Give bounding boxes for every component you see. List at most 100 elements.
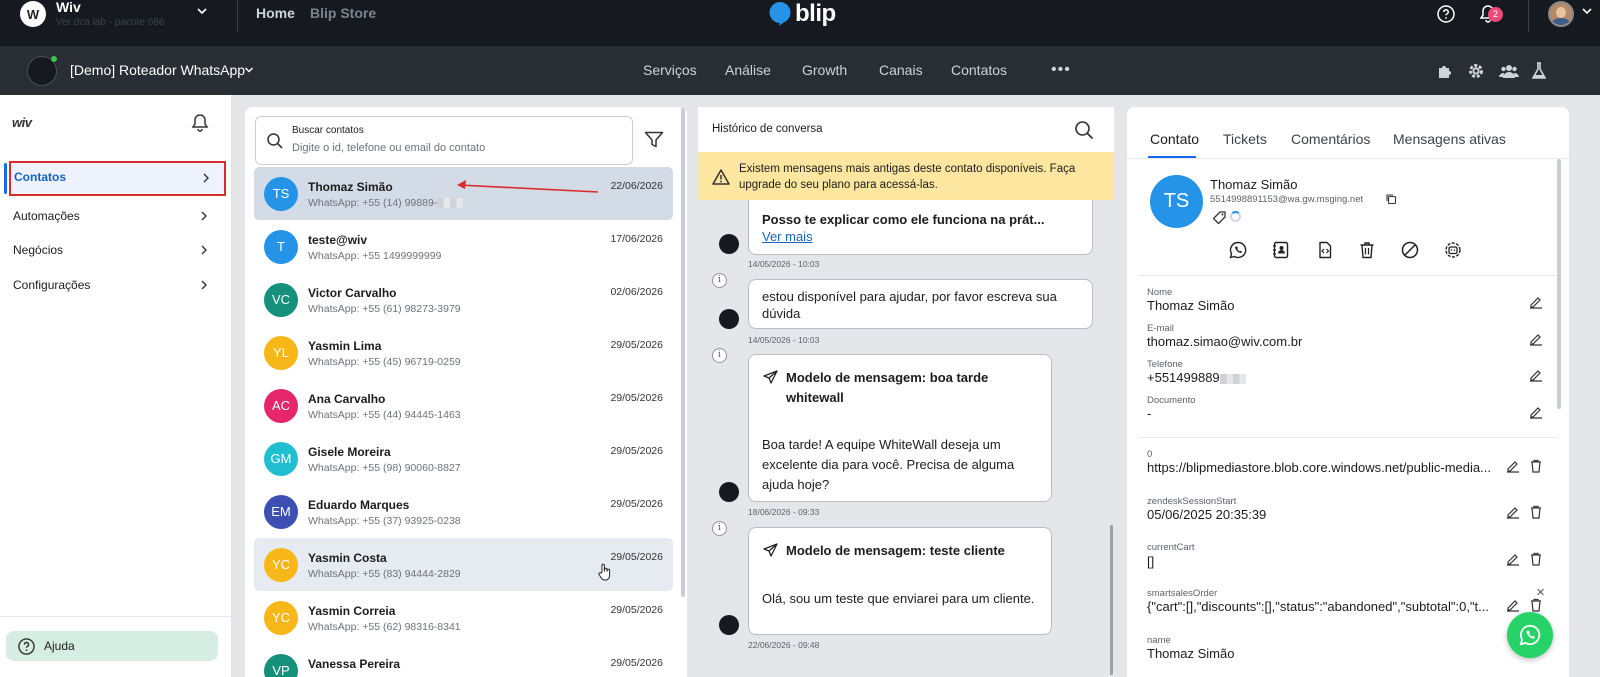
contact-row[interactable]: EM Eduardo Marques WhatsApp: +55 (37) 9392… [254,485,673,538]
send-icon [763,370,778,385]
contact-card-icon[interactable] [1272,241,1290,259]
contact-row[interactable]: Tteste@wiv WhatsApp: +55 1499999999 17/06/… [254,220,673,273]
lab-flask-icon[interactable] [1531,62,1547,80]
edit-pencil-icon[interactable] [1529,368,1543,382]
edit-pencil-icon[interactable] [1506,552,1520,566]
team-icon[interactable] [1499,62,1519,80]
close-icon[interactable]: ✕ [1536,586,1545,599]
delete-icon[interactable] [1529,459,1543,473]
contact-row[interactable]: VC Victor Carvalho WhatsApp: +55 (61) 9827… [254,273,673,326]
help-button[interactable]: Ajuda [6,631,218,661]
contact-name: Vanessa Pereira [308,657,401,671]
filter-icon[interactable] [644,131,664,149]
search-input[interactable] [292,142,622,154]
tab-mensagens-ativas[interactable]: Mensagens ativas [1393,131,1506,147]
divider [1139,437,1557,438]
block-icon[interactable] [1401,241,1419,259]
puzzle-icon[interactable] [1436,62,1454,80]
info-icon[interactable]: i [712,521,727,536]
contact-row[interactable]: VP Vanessa Pereira 29/05/2026 [254,644,673,677]
search-label: Buscar contatos [292,125,364,136]
delete-icon[interactable] [1529,505,1543,519]
contact-row[interactable]: YL Yasmin Lima WhatsApp: +55 (45) 96719-02… [254,326,673,379]
contact-row[interactable]: YC Yasmin Correia WhatsApp: +55 (62) 98316… [254,591,673,644]
workspace-name[interactable]: Wiv [56,0,81,15]
edit-pencil-icon[interactable] [1529,405,1543,419]
edit-pencil-icon[interactable] [1506,505,1520,519]
scrollbar[interactable] [1557,159,1561,409]
scrollbar[interactable] [1110,525,1113,675]
help-icon[interactable] [1437,5,1455,23]
divider [1139,275,1557,276]
contact-phone-text: WhatsApp: +55 (83) 94444-2829 [308,568,461,580]
nav-servicos[interactable]: Serviços [643,62,697,78]
send-icon [763,543,778,558]
sidebar-item-label: Configurações [13,278,91,292]
contact-phone-text: WhatsApp: +55 (14) 99889- [308,197,438,209]
warning-icon [712,169,730,185]
contact-avatar: VC [264,283,298,317]
active-indicator [4,163,7,194]
tag-icon[interactable] [1212,210,1227,225]
divider [0,616,231,617]
chevron-down-icon[interactable] [195,4,209,18]
code-file-icon[interactable] [1316,241,1334,259]
trash-icon[interactable] [1358,241,1376,259]
sidebar-item-contatos[interactable]: Contatos [9,161,226,196]
nav-analise[interactable]: Análise [725,62,771,78]
sidebar-item-automacoes[interactable]: Automações [0,200,220,232]
message-timestamp: 14/05/2026 - 10:03 [748,335,820,345]
bell-icon[interactable] [191,113,209,133]
chevron-right-icon [202,173,210,183]
chevron-down-icon[interactable] [243,64,255,76]
search-icon[interactable] [1074,120,1094,140]
chevron-right-icon [200,211,208,221]
gear-icon[interactable] [1467,62,1485,80]
user-avatar[interactable] [1548,1,1574,27]
nav-canais[interactable]: Canais [879,62,923,78]
delete-icon[interactable] [1529,552,1543,566]
tab-contato[interactable]: Contato [1150,131,1199,147]
edit-pencil-icon[interactable] [1529,332,1543,346]
edit-pencil-icon[interactable] [1506,598,1520,612]
message-text: Boa tarde! A equipe WhiteWall deseja um … [762,437,1015,492]
tab-tickets[interactable]: Tickets [1223,131,1267,147]
tab-comentarios[interactable]: Comentários [1291,131,1370,147]
template-message-bubble: Modelo de mensagem: teste cliente Olá, s… [748,527,1052,635]
more-menu-icon[interactable]: ••• [1051,61,1071,79]
whatsapp-float-button[interactable] [1507,612,1553,658]
bot-name[interactable]: [Demo] Roteador WhatsApp [70,62,245,78]
bot-settings-icon[interactable] [1444,241,1462,259]
delete-icon[interactable] [1529,598,1543,612]
workspace-logo[interactable]: W [20,1,46,27]
sidebar-item-configuracoes[interactable]: Configurações [0,269,220,301]
contact-name: Thomaz Simão [1210,177,1298,192]
info-icon[interactable]: i [712,348,727,363]
copy-icon[interactable] [1385,193,1397,205]
brand-text: blip [795,0,836,27]
nav-growth[interactable]: Growth [802,62,847,78]
search-box[interactable]: Buscar contatos [255,116,633,165]
red-arrow-annotation [445,178,600,196]
contact-row[interactable]: AC Ana Carvalho WhatsApp: +55 (44) 94445-1… [254,379,673,432]
edit-pencil-icon[interactable] [1506,459,1520,473]
info-icon[interactable]: i [712,273,727,288]
see-more-link[interactable]: Ver mais [762,229,813,244]
sidebar-item-negocios[interactable]: Negócios [0,234,220,266]
chevron-down-icon[interactable] [1580,4,1594,18]
brand-logo[interactable]: blip [768,1,836,27]
help-icon [18,638,35,655]
nav-contatos[interactable]: Contatos [951,62,1007,78]
edit-pencil-icon[interactable] [1529,295,1543,309]
nav-blip-store[interactable]: Blip Store [310,5,376,21]
blip-bubble-icon [768,1,792,27]
nav-home[interactable]: Home [256,5,295,21]
extra-label: 0 [1147,449,1153,460]
workspace-subtitle: Ver dca lab - pacote 666 [56,17,165,28]
whatsapp-icon[interactable] [1229,241,1247,259]
contact-row[interactable]: GM Gisele Moreira WhatsApp: +55 (98) 90060… [254,432,673,485]
field-value-telefone: +551499889 [1147,370,1246,385]
template-title: Modelo de mensagem: boa tarde whitewall [786,370,989,405]
scrollbar[interactable] [681,107,685,597]
contact-date: 29/05/2026 [610,551,663,563]
